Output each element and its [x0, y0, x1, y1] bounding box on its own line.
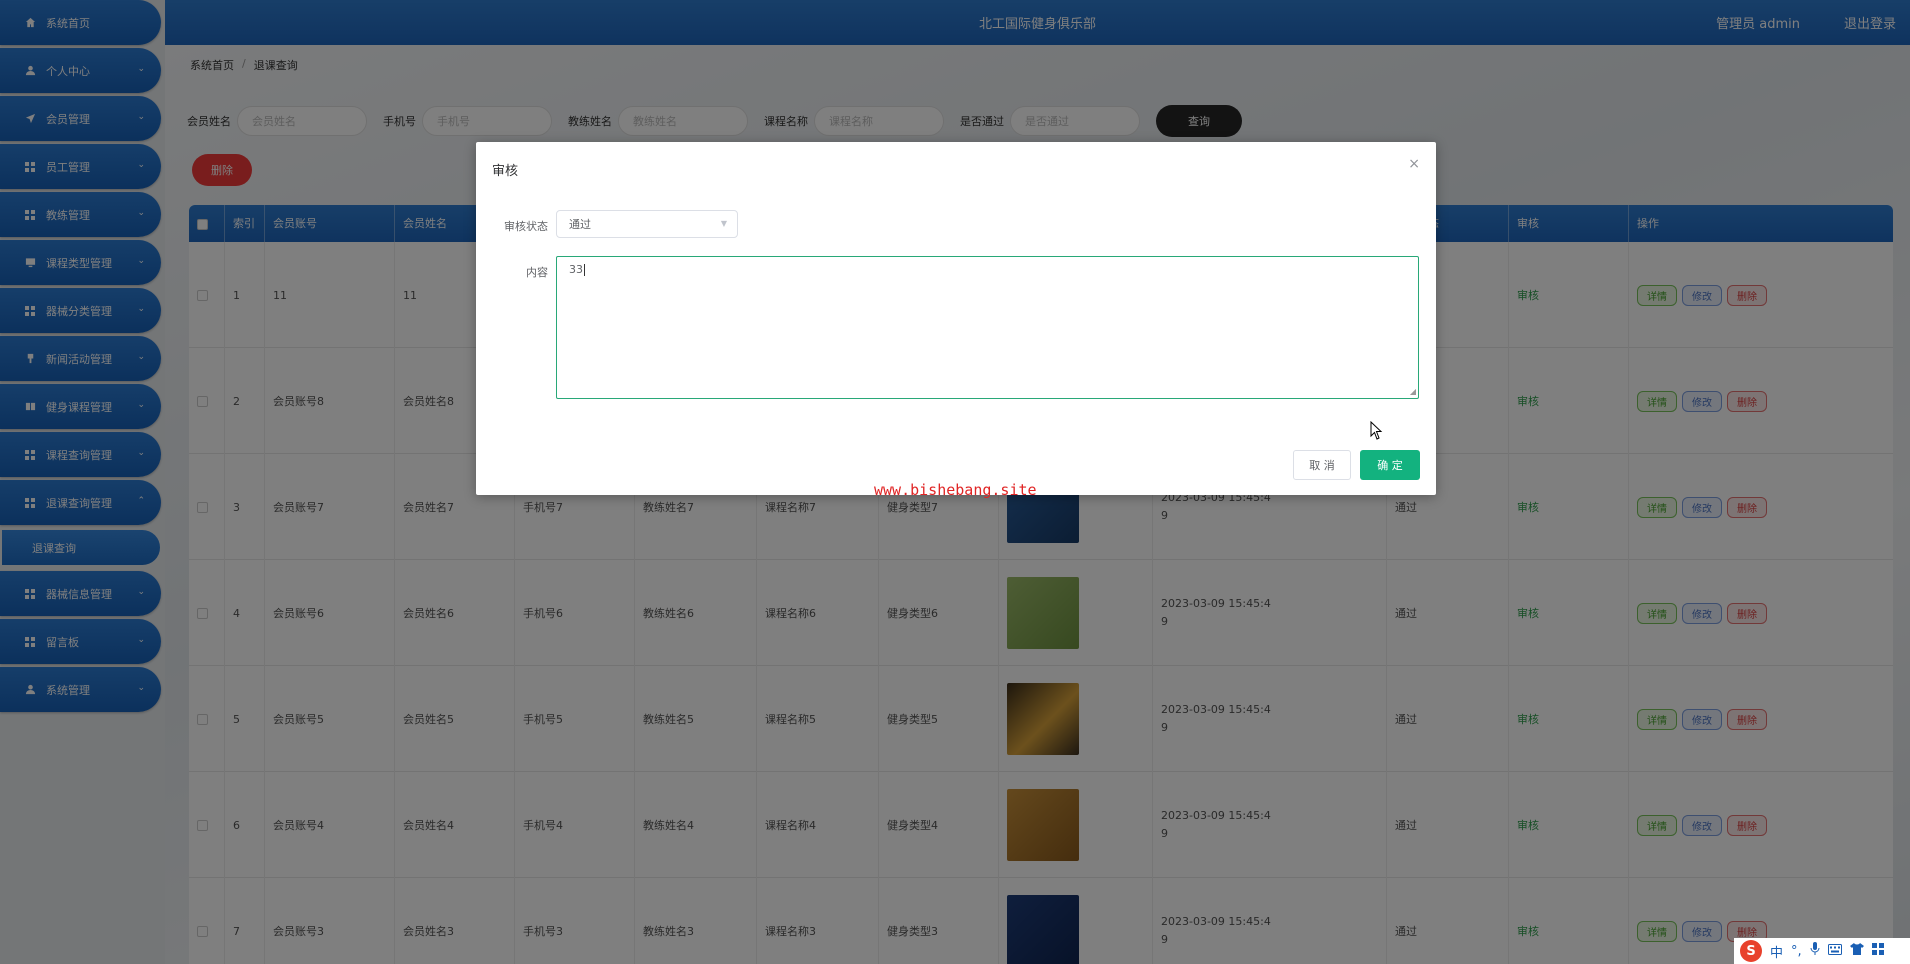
keyboard-icon[interactable]	[1827, 943, 1842, 959]
close-icon[interactable]: ×	[1408, 156, 1420, 172]
watermark-text: www.bishebang.site	[874, 481, 1037, 499]
text-caret	[584, 264, 585, 276]
resize-handle-icon[interactable]: ◢	[1410, 387, 1416, 396]
audit-dialog: 审核 × 审核状态 通过 ▼ 内容 33 ◢ 取 消 确 定	[476, 142, 1436, 495]
mouse-pointer-icon	[1370, 421, 1383, 440]
punctuation-icon[interactable]: °,	[1791, 944, 1802, 959]
dialog-title: 审核	[492, 164, 519, 179]
microphone-icon[interactable]	[1810, 942, 1820, 960]
ime-language[interactable]: 中	[1770, 942, 1783, 961]
status-label: 审核状态	[504, 220, 548, 233]
status-select-value: 通过	[569, 218, 591, 231]
content-label: 内容	[526, 266, 548, 279]
sogou-logo-icon[interactable]: S	[1740, 940, 1762, 962]
content-textarea[interactable]: 33 ◢	[556, 256, 1419, 399]
skin-shirt-icon[interactable]	[1849, 943, 1864, 959]
content-value: 33	[569, 263, 583, 276]
status-select[interactable]: 通过 ▼	[556, 210, 738, 238]
confirm-button[interactable]: 确 定	[1360, 450, 1420, 480]
ime-toolbar: S 中 °,	[1734, 938, 1910, 964]
cancel-button[interactable]: 取 消	[1293, 450, 1351, 480]
toolbox-grid-icon[interactable]	[1871, 943, 1884, 959]
chevron-down-icon: ▼	[720, 219, 727, 228]
